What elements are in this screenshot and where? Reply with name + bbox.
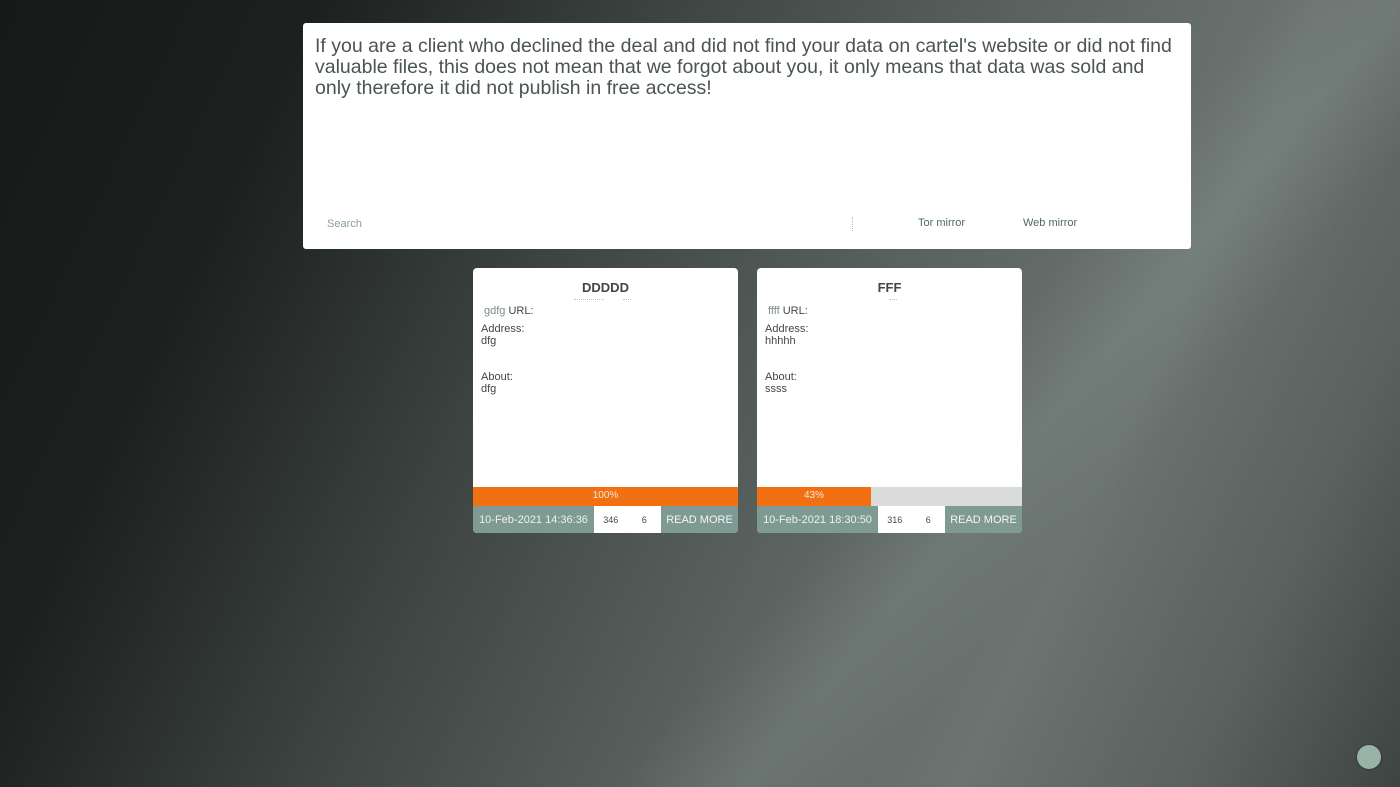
search-input[interactable] [327,216,849,232]
company-card: FFF ffff URL: Address: hhhhh About: ssss… [757,268,1022,533]
chat-button[interactable] [1357,745,1381,769]
company-card: DDDDD gdfg URL: Address: dfg About: dfg … [473,268,738,533]
url-row: ffff URL: [768,305,1015,317]
card-footer: 10-Feb-2021 14:36:36 346 6 READ MORE [473,506,738,533]
tor-mirror-link[interactable]: Tor mirror [918,217,965,229]
about-block: About: ssss [765,371,1015,395]
url-label: URL: [782,305,808,317]
url-name: ffff [768,305,780,317]
about-block: About: dfg [481,371,731,395]
address-label: Address: [765,323,809,335]
publish-date: 10-Feb-2021 14:36:36 [473,506,594,533]
views-count: 346 [603,514,619,525]
address-block: Address: hhhhh [765,323,1015,347]
read-more-button[interactable]: READ MORE [945,506,1022,533]
url-name: gdfg [484,305,506,317]
title-rule [574,299,604,301]
card-stats: 346 6 [594,506,661,533]
header-panel: If you are a client who declined the dea… [303,23,1191,249]
publish-progress-bar: 100% [473,487,738,506]
address-value: dfg [481,335,497,347]
views-count: 316 [887,514,903,525]
files-count: 6 [641,514,647,525]
url-row: gdfg URL: [484,305,731,317]
search-divider [852,217,854,231]
card-stats: 316 6 [878,506,945,533]
about-label: About: [765,371,797,383]
progress-label: 100% [592,490,619,501]
url-label: URL: [508,305,534,317]
address-block: Address: dfg [481,323,731,347]
publish-progress-bar: 43% [757,487,1022,506]
card-body: ffff URL: Address: hhhhh About: ssss [765,305,1015,395]
read-more-button[interactable]: READ MORE [661,506,738,533]
about-label: About: [481,371,513,383]
address-value: hhhhh [765,335,796,347]
card-title: FFF [877,280,902,295]
card-footer: 10-Feb-2021 18:30:50 316 6 READ MORE [757,506,1022,533]
title-rule [889,299,897,301]
notice-text: If you are a client who declined the dea… [315,35,1172,99]
card-body: gdfg URL: Address: dfg About: dfg [481,305,731,395]
files-count: 6 [925,514,931,525]
publish-date: 10-Feb-2021 18:30:50 [757,506,878,533]
about-value: dfg [481,383,497,395]
address-label: Address: [481,323,525,335]
progress-label: 43% [803,490,824,501]
web-mirror-link[interactable]: Web mirror [1023,217,1077,229]
about-value: ssss [765,383,787,395]
title-rule [623,299,631,301]
card-title: DDDDD [582,280,629,295]
